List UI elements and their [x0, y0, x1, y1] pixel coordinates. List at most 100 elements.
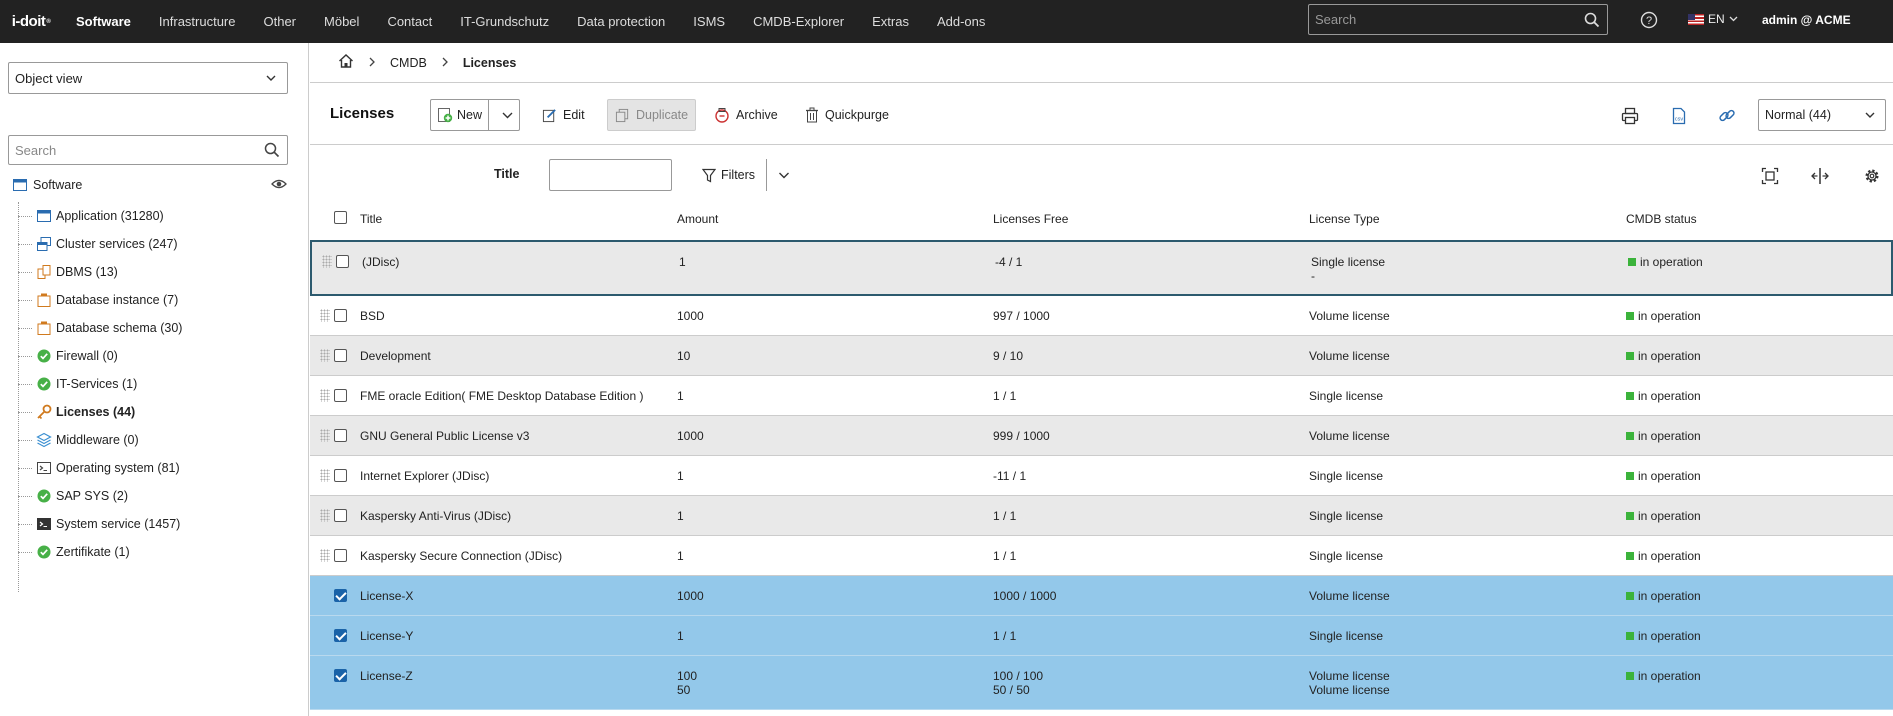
nav-software[interactable]: Software: [62, 0, 145, 43]
drag-handle-icon[interactable]: [320, 309, 330, 322]
column-resize-icon[interactable]: [1811, 167, 1829, 185]
sidebar-item-dbms[interactable]: DBMS (13): [18, 258, 288, 286]
sidebar-item-middleware[interactable]: Middleware (0): [18, 426, 288, 454]
row-title[interactable]: (JDisc): [362, 255, 399, 269]
row-checkbox[interactable]: [336, 255, 349, 268]
language-selector[interactable]: EN: [1688, 12, 1738, 26]
sidebar-item-database-instance[interactable]: Database instance (7): [18, 286, 288, 314]
sidebar-item-zertifikate[interactable]: Zertifikate (1): [18, 538, 288, 566]
table-row[interactable]: Kaspersky Secure Connection (JDisc) 1 1 / …: [310, 536, 1893, 576]
view-mode-select[interactable]: Normal (44): [1758, 99, 1886, 131]
nav-isms[interactable]: ISMS: [679, 0, 739, 43]
table-row[interactable]: Internet Explorer (JDisc) 1 -11 / 1 Single …: [310, 456, 1893, 496]
row-checkbox[interactable]: [334, 509, 347, 522]
new-dropdown-button[interactable]: [495, 111, 519, 119]
nav-cmdb-explorer[interactable]: CMDB-Explorer: [739, 0, 858, 43]
row-checkbox[interactable]: [334, 349, 347, 362]
row-title[interactable]: License-X: [360, 589, 413, 603]
select-all-checkbox[interactable]: [334, 211, 347, 224]
home-icon[interactable]: [338, 53, 354, 72]
row-checkbox[interactable]: [334, 549, 347, 562]
nav-add-ons[interactable]: Add-ons: [923, 0, 999, 43]
row-title[interactable]: Kaspersky Secure Connection (JDisc): [360, 549, 562, 563]
sidebar-item-operating-system[interactable]: Operating system (81): [18, 454, 288, 482]
nav-contact[interactable]: Contact: [373, 0, 446, 43]
row-title[interactable]: Internet Explorer (JDisc): [360, 469, 489, 483]
sidebar-item-application[interactable]: Application (31280): [18, 202, 288, 230]
row-title[interactable]: License-Z: [360, 669, 413, 683]
table-row[interactable]: License-Y 1 1 / 1 Single license in operatio…: [310, 616, 1893, 656]
duplicate-button[interactable]: Duplicate: [607, 99, 697, 131]
filters-button[interactable]: Filters: [702, 159, 790, 191]
drag-handle-icon[interactable]: [320, 509, 330, 522]
print-icon[interactable]: [1621, 107, 1639, 125]
edit-button[interactable]: Edit: [535, 99, 592, 131]
row-title[interactable]: GNU General Public License v3: [360, 429, 529, 443]
row-title[interactable]: Development: [360, 349, 431, 363]
sidebar-item-database-schema[interactable]: Database schema (30): [18, 314, 288, 342]
sidebar-item-it-services[interactable]: IT-Services (1): [18, 370, 288, 398]
archive-button[interactable]: Archive: [707, 99, 785, 131]
drag-handle-icon[interactable]: [320, 389, 330, 402]
top-search-input[interactable]: [1309, 12, 1577, 27]
drag-handle-icon[interactable]: [322, 255, 332, 268]
nav-extras[interactable]: Extras: [858, 0, 923, 43]
drag-handle-icon[interactable]: [320, 549, 330, 562]
column-header-license-type[interactable]: License Type: [1309, 212, 1380, 226]
column-header-title[interactable]: Title: [360, 212, 382, 226]
csv-export-icon[interactable]: csv: [1670, 107, 1688, 125]
fullscreen-icon[interactable]: [1761, 167, 1779, 185]
nav-infrastructure[interactable]: Infrastructure: [145, 0, 250, 43]
column-header-amount[interactable]: Amount: [677, 212, 718, 226]
object-view-select[interactable]: Object view: [8, 62, 288, 94]
table-row[interactable]: BSD 1000 997 / 1000 Volume license in operat…: [310, 296, 1893, 336]
drag-handle-icon[interactable]: [320, 349, 330, 362]
user-menu[interactable]: admin @ ACME: [1762, 13, 1851, 27]
table-row[interactable]: License-Z 100 50 100 / 100 50 / 50 Volume lic…: [310, 656, 1893, 710]
breadcrumb-cmdb[interactable]: CMDB: [390, 56, 427, 70]
table-row[interactable]: Kaspersky Anti-Virus (JDisc) 1 1 / 1 Single…: [310, 496, 1893, 536]
sidebar-item-firewall[interactable]: Firewall (0): [18, 342, 288, 370]
row-checkbox[interactable]: [334, 469, 347, 482]
drag-handle-icon[interactable]: [320, 469, 330, 482]
row-checkbox[interactable]: [334, 669, 347, 682]
search-icon[interactable]: [1577, 12, 1607, 28]
column-header-cmdb-status[interactable]: CMDB status: [1626, 212, 1697, 226]
sidebar-item-sap-sys[interactable]: SAP SYS (2): [18, 482, 288, 510]
link-icon[interactable]: [1718, 107, 1736, 125]
sidebar-item-system-service[interactable]: System service (1457): [18, 510, 288, 538]
row-checkbox[interactable]: [334, 429, 347, 442]
sidebar-item-licenses[interactable]: Licenses (44): [18, 398, 288, 426]
row-checkbox[interactable]: [334, 309, 347, 322]
title-filter-input[interactable]: [549, 159, 672, 191]
row-checkbox[interactable]: [334, 389, 347, 402]
app-logo[interactable]: i-doit ®: [0, 0, 62, 43]
quickpurge-button[interactable]: Quickpurge: [798, 99, 896, 131]
row-checkbox[interactable]: [334, 589, 347, 602]
table-row[interactable]: FME oracle Edition( FME Desktop Database…: [310, 376, 1893, 416]
column-header-licenses-free[interactable]: Licenses Free: [993, 212, 1068, 226]
help-icon[interactable]: ?: [1640, 11, 1660, 31]
new-button[interactable]: New: [431, 100, 490, 130]
row-title[interactable]: BSD: [360, 309, 385, 323]
row-title[interactable]: License-Y: [360, 629, 413, 643]
search-icon[interactable]: [257, 142, 287, 158]
sidebar-search-input[interactable]: [9, 142, 257, 158]
nav-other[interactable]: Other: [250, 0, 311, 43]
chevron-down-icon[interactable]: [778, 171, 790, 179]
table-row[interactable]: License-X 1000 1000 / 1000 Volume license in…: [310, 576, 1893, 616]
nav-moebel[interactable]: Möbel: [310, 0, 373, 43]
tree-root-software[interactable]: Software: [12, 175, 287, 195]
table-row[interactable]: Development 10 9 / 10 Volume license in oper…: [310, 336, 1893, 376]
drag-handle-icon[interactable]: [320, 429, 330, 442]
row-title[interactable]: FME oracle Edition( FME Desktop Database…: [360, 389, 643, 403]
sidebar-item-cluster-services[interactable]: Cluster services (247): [18, 230, 288, 258]
gear-icon[interactable]: [1863, 167, 1881, 185]
row-title[interactable]: Kaspersky Anti-Virus (JDisc): [360, 509, 511, 523]
row-checkbox[interactable]: [334, 629, 347, 642]
table-row[interactable]: (JDisc) 1 -4 / 1 Single license - in operatio…: [310, 240, 1893, 296]
nav-it-grundschutz[interactable]: IT-Grundschutz: [446, 0, 563, 43]
nav-data-protection[interactable]: Data protection: [563, 0, 679, 43]
table-row[interactable]: GNU General Public License v3 1000 999 / 1…: [310, 416, 1893, 456]
eye-icon[interactable]: [271, 178, 287, 190]
